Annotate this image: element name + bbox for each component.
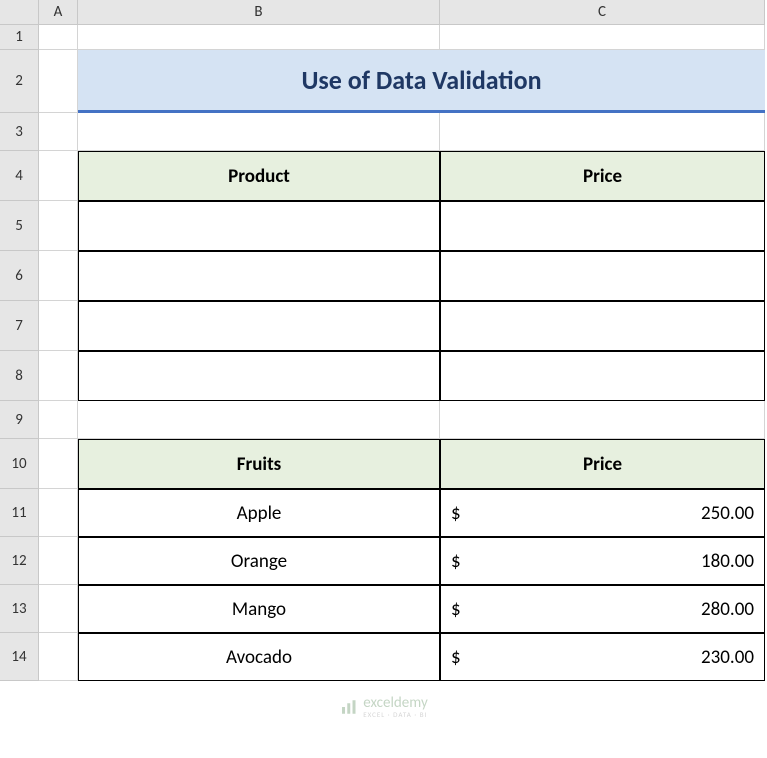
table2-row1-fruit[interactable]: Orange [78,537,440,585]
table2-header-price[interactable]: Price [440,439,765,489]
price-value: 280.00 [701,598,754,621]
watermark: exceldemy EXCEL · DATA · BI [339,696,427,718]
cell-a2[interactable] [39,50,78,113]
cell-a7[interactable] [39,301,78,351]
row-header-7[interactable]: 7 [0,301,39,351]
title-cell[interactable]: Use of Data Validation [78,50,765,113]
cell-a8[interactable] [39,351,78,401]
cell-a12[interactable] [39,537,78,585]
table2-row3-fruit[interactable]: Avocado [78,633,440,681]
table1-row2-product[interactable] [78,301,440,351]
cell-a1[interactable] [39,25,78,50]
table2-row3-price[interactable]: $ 230.00 [440,633,765,681]
cell-a14[interactable] [39,633,78,681]
row-header-10[interactable]: 10 [0,439,39,489]
row-header-5[interactable]: 5 [0,201,39,251]
cell-b3[interactable] [78,113,440,151]
row-header-8[interactable]: 8 [0,351,39,401]
col-header-a[interactable]: A [39,0,78,25]
spreadsheet-grid: A B C 1 2 Use of Data Validation 3 4 Pro… [0,0,767,681]
table2-row0-price[interactable]: $ 250.00 [440,489,765,537]
currency-symbol: $ [451,598,461,621]
price-value: 180.00 [701,550,754,573]
table1-row1-price[interactable] [440,251,765,301]
cell-a10[interactable] [39,439,78,489]
price-value: 230.00 [701,646,754,669]
watermark-brand: exceldemy [363,696,427,711]
cell-a9[interactable] [39,401,78,439]
table1-row1-product[interactable] [78,251,440,301]
cell-b1[interactable] [78,25,440,50]
row-header-14[interactable]: 14 [0,633,39,681]
chart-icon [339,698,357,716]
row-header-3[interactable]: 3 [0,113,39,151]
cell-a11[interactable] [39,489,78,537]
cell-b9[interactable] [78,401,440,439]
cell-c9[interactable] [440,401,765,439]
table1-row0-price[interactable] [440,201,765,251]
table2-row2-fruit[interactable]: Mango [78,585,440,633]
col-header-b[interactable]: B [78,0,440,25]
cell-a5[interactable] [39,201,78,251]
cell-a3[interactable] [39,113,78,151]
table1-row3-product[interactable] [78,351,440,401]
row-header-4[interactable]: 4 [0,151,39,201]
table1-row0-product[interactable] [78,201,440,251]
row-header-11[interactable]: 11 [0,489,39,537]
currency-symbol: $ [451,550,461,573]
table1-row3-price[interactable] [440,351,765,401]
table1-header-product[interactable]: Product [78,151,440,201]
price-value: 250.00 [701,502,754,525]
cell-a6[interactable] [39,251,78,301]
row-header-12[interactable]: 12 [0,537,39,585]
table2-row2-price[interactable]: $ 280.00 [440,585,765,633]
watermark-sub: EXCEL · DATA · BI [363,711,427,718]
cell-c1[interactable] [440,25,765,50]
currency-symbol: $ [451,502,461,525]
table1-row2-price[interactable] [440,301,765,351]
row-header-2[interactable]: 2 [0,50,39,113]
row-header-1[interactable]: 1 [0,25,39,50]
cell-a4[interactable] [39,151,78,201]
table2-row0-fruit[interactable]: Apple [78,489,440,537]
table2-header-fruits[interactable]: Fruits [78,439,440,489]
row-header-9[interactable]: 9 [0,401,39,439]
table2-row1-price[interactable]: $ 180.00 [440,537,765,585]
table1-header-price[interactable]: Price [440,151,765,201]
col-header-c[interactable]: C [440,0,765,25]
cell-c3[interactable] [440,113,765,151]
row-header-13[interactable]: 13 [0,585,39,633]
cell-a13[interactable] [39,585,78,633]
select-all-corner[interactable] [0,0,39,25]
currency-symbol: $ [451,646,461,669]
row-header-6[interactable]: 6 [0,251,39,301]
